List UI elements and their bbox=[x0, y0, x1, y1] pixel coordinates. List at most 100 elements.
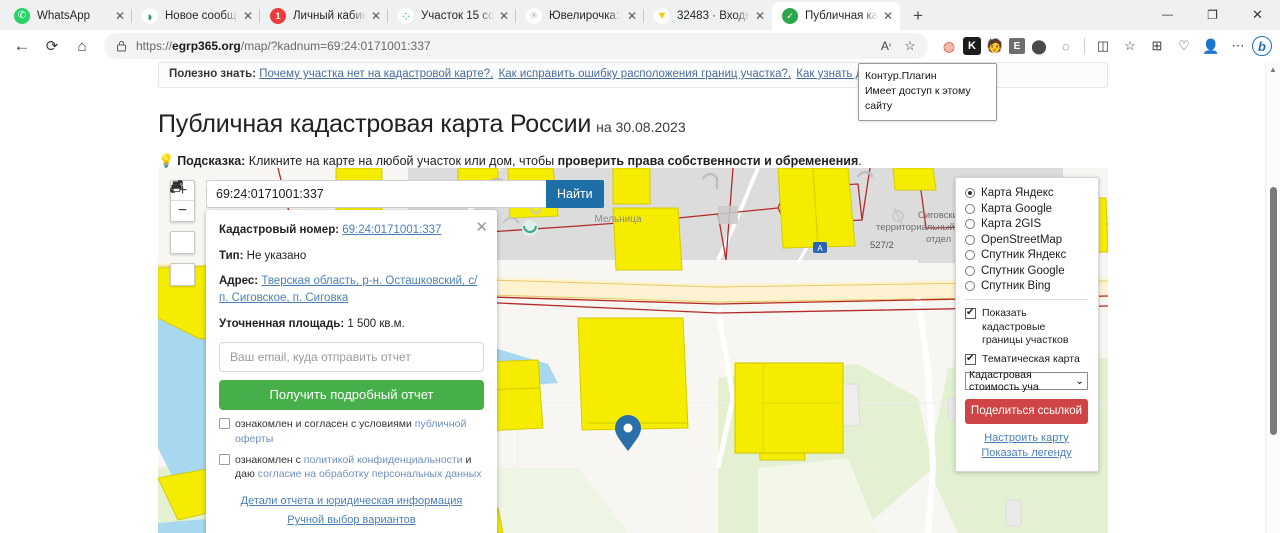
yandex-mail-icon: ▼ bbox=[654, 8, 670, 24]
basemap-label: Карта 2GIS bbox=[981, 218, 1042, 230]
useful-info-label: Полезно знать: bbox=[169, 68, 257, 80]
browser-tab-4[interactable]: ✳ Ювелирочка: прямой ✕ bbox=[515, 2, 644, 30]
basemap-label: Карта Google bbox=[981, 202, 1053, 215]
report-details-link[interactable]: Детали отчета и юридическая информация bbox=[219, 494, 484, 510]
radio-icon[interactable] bbox=[965, 281, 975, 291]
tab-close-button[interactable]: ✕ bbox=[624, 8, 640, 24]
basemap-option-2gis-map[interactable]: Карта 2GIS bbox=[965, 218, 1088, 230]
basemap-option-bing-satellite[interactable]: Спутник Bing bbox=[965, 280, 1088, 292]
page-scrollbar[interactable]: ▲ bbox=[1265, 62, 1280, 533]
basemap-option-yandex-satellite[interactable]: Спутник Яндекс bbox=[965, 249, 1088, 261]
url-text: https://egrp365.org/map/?kadnum=69:24:01… bbox=[136, 39, 431, 53]
email-input[interactable]: Ваш email, куда отправить отчет bbox=[219, 342, 484, 373]
consent-privacy-row[interactable]: ознакомлен с политикой конфиденциальност… bbox=[219, 453, 484, 481]
navigation-bar: ← ⟳ ⌂ https://egrp365.org/map/?kadnum=69… bbox=[0, 30, 1280, 62]
address-bar[interactable]: https://egrp365.org/map/?kadnum=69:24:01… bbox=[104, 33, 928, 59]
cadastral-number-value[interactable]: 69:24:0171001:337 bbox=[342, 224, 441, 236]
get-report-button[interactable]: Получить подробный отчет bbox=[219, 380, 484, 411]
basemap-option-openstreetmap[interactable]: OpenStreetMap bbox=[965, 234, 1088, 246]
new-tab-button[interactable]: + bbox=[904, 2, 932, 30]
link-fix-boundary-error[interactable]: Как исправить ошибку расположения границ… bbox=[499, 68, 792, 80]
show-cadastral-boundaries-row[interactable]: Показать кадастровые границы участков bbox=[965, 307, 1088, 348]
browser-tab-2[interactable]: 1 Личный кабинет - Сос ✕ bbox=[259, 2, 388, 30]
collections-icon[interactable]: ☆ bbox=[1117, 33, 1143, 59]
page-title: Публичная кадастровая карта России bbox=[158, 110, 592, 138]
close-window-button[interactable]: ✕ bbox=[1235, 0, 1280, 30]
thematic-layer-value: Кадастровая стоимость уча bbox=[969, 368, 1039, 393]
browser-tab-3[interactable]: ⁘ Участок 15 сот. (ИЖС) ✕ bbox=[387, 2, 516, 30]
profile-avatar-icon[interactable]: 👤 bbox=[1198, 33, 1224, 59]
thematic-layer-select[interactable]: Кадастровая стоимость уча ⌄ bbox=[965, 368, 1088, 393]
tab-close-button[interactable]: ✕ bbox=[368, 8, 384, 24]
consent-offer-checkbox[interactable] bbox=[219, 418, 230, 430]
checkbox-icon[interactable] bbox=[965, 307, 976, 319]
share-link-button[interactable]: Поделиться ссылкой bbox=[965, 398, 1088, 424]
scrollbar-thumb[interactable] bbox=[1270, 187, 1277, 435]
radio-icon[interactable] bbox=[965, 203, 975, 214]
favorite-star-icon[interactable]: ☆ bbox=[898, 35, 922, 57]
evernote-extension-icon[interactable]: E bbox=[1009, 38, 1025, 54]
basemap-option-yandex-map[interactable]: Карта Яндекс bbox=[965, 187, 1088, 199]
reload-icon[interactable]: ⟳ bbox=[38, 33, 66, 59]
search-button[interactable]: Найти bbox=[206, 180, 604, 208]
home-icon[interactable]: ⌂ bbox=[68, 33, 96, 59]
personal-data-consent-link[interactable]: согласие на обработку персональных данны… bbox=[258, 468, 482, 480]
link-why-no-parcel[interactable]: Почему участка нет на кадастровой карте?… bbox=[259, 68, 493, 80]
tab-close-button[interactable]: ✕ bbox=[240, 8, 256, 24]
privacy-policy-link[interactable]: политикой конфиденциальности bbox=[304, 454, 463, 466]
basemap-option-google-map[interactable]: Карта Google bbox=[965, 203, 1088, 215]
basemap-label: Карта Яндекс bbox=[981, 187, 1054, 199]
search-input[interactable]: 69:24:0171001:337 bbox=[206, 180, 546, 208]
consent-offer-row[interactable]: ознакомлен и согласен с условиями публич… bbox=[219, 417, 484, 445]
cadastral-map[interactable]: А Мельница Сиговский территориальный отд… bbox=[158, 168, 1108, 533]
ghostery-extension-icon[interactable]: ◌ bbox=[1053, 33, 1079, 59]
checkbox-icon[interactable] bbox=[965, 353, 976, 365]
settings-more-icon[interactable]: ⋯ bbox=[1225, 33, 1251, 59]
lock-icon bbox=[116, 40, 127, 52]
fullscreen-button[interactable] bbox=[170, 180, 195, 254]
scroll-up-arrow[interactable]: ▲ bbox=[1266, 62, 1280, 74]
radio-icon[interactable] bbox=[965, 265, 975, 276]
split-screen-icon[interactable]: ◫ bbox=[1090, 33, 1116, 59]
tab-close-button[interactable]: ✕ bbox=[880, 8, 896, 24]
maximize-button[interactable]: ❐ bbox=[1190, 0, 1235, 30]
address-value[interactable]: Тверская область, р-н. Осташковский, с/п… bbox=[219, 275, 477, 304]
tab-close-button[interactable]: ✕ bbox=[112, 8, 128, 24]
read-aloud-icon[interactable]: Aᵛ bbox=[874, 35, 898, 57]
thematic-map-row[interactable]: Тематическая карта bbox=[965, 353, 1088, 367]
browser-tab-1[interactable]: ◗ Новое сообщение ✕ bbox=[131, 2, 260, 30]
basemap-label: OpenStreetMap bbox=[981, 233, 1063, 246]
area-value: 1 500 кв.м. bbox=[347, 317, 405, 330]
adblock-extension-icon[interactable]: ⬤ bbox=[1026, 33, 1052, 59]
browser-tab-6-active[interactable]: ✓ Публичная кадастров ✕ bbox=[772, 2, 900, 30]
kontur-extension-icon[interactable]: K bbox=[963, 37, 981, 55]
basemap-option-google-satellite[interactable]: Спутник Google bbox=[965, 265, 1088, 277]
consent-privacy-text: ознакомлен с политикой конфиденциальност… bbox=[235, 453, 482, 480]
shield-extension-icon[interactable]: ◍ bbox=[936, 33, 962, 59]
print-button[interactable] bbox=[170, 181, 195, 286]
user-extension-icon[interactable]: 🧑 bbox=[982, 33, 1008, 59]
show-legend-link[interactable]: Показать легенду bbox=[965, 447, 1088, 459]
back-icon[interactable]: ← bbox=[8, 33, 36, 59]
browser-tab-5[interactable]: ▼ 32483 · Входящие — Я ✕ bbox=[643, 2, 772, 30]
radio-icon[interactable] bbox=[965, 219, 975, 229]
tab-close-button[interactable]: ✕ bbox=[752, 8, 768, 24]
radio-icon[interactable] bbox=[965, 250, 975, 260]
bing-copilot-icon[interactable]: b bbox=[1252, 36, 1272, 56]
hint-label: Подсказка: bbox=[177, 154, 246, 168]
whatsapp-icon: ✆ bbox=[14, 8, 30, 24]
radio-icon[interactable] bbox=[965, 234, 975, 245]
tab-close-button[interactable]: ✕ bbox=[496, 8, 512, 24]
close-icon[interactable]: ✕ bbox=[475, 217, 488, 239]
sparkle-icon: ✳ bbox=[526, 8, 542, 24]
browser-tab-0[interactable]: ✆ WhatsApp ✕ bbox=[4, 2, 132, 30]
page-title-date: на 30.08.2023 bbox=[596, 119, 686, 135]
consent-privacy-checkbox[interactable] bbox=[219, 453, 230, 465]
configure-map-link[interactable]: Настроить карту bbox=[965, 432, 1088, 444]
browser-essentials-icon[interactable]: ⊞ bbox=[1144, 33, 1170, 59]
minimize-button[interactable]: — bbox=[1145, 0, 1190, 30]
radio-icon[interactable] bbox=[965, 188, 975, 198]
manual-options-link[interactable]: Ручной выбор вариантов bbox=[219, 513, 484, 529]
copilot-shop-icon[interactable]: ♡ bbox=[1171, 33, 1197, 59]
zoom-out-button[interactable]: − bbox=[171, 201, 194, 221]
